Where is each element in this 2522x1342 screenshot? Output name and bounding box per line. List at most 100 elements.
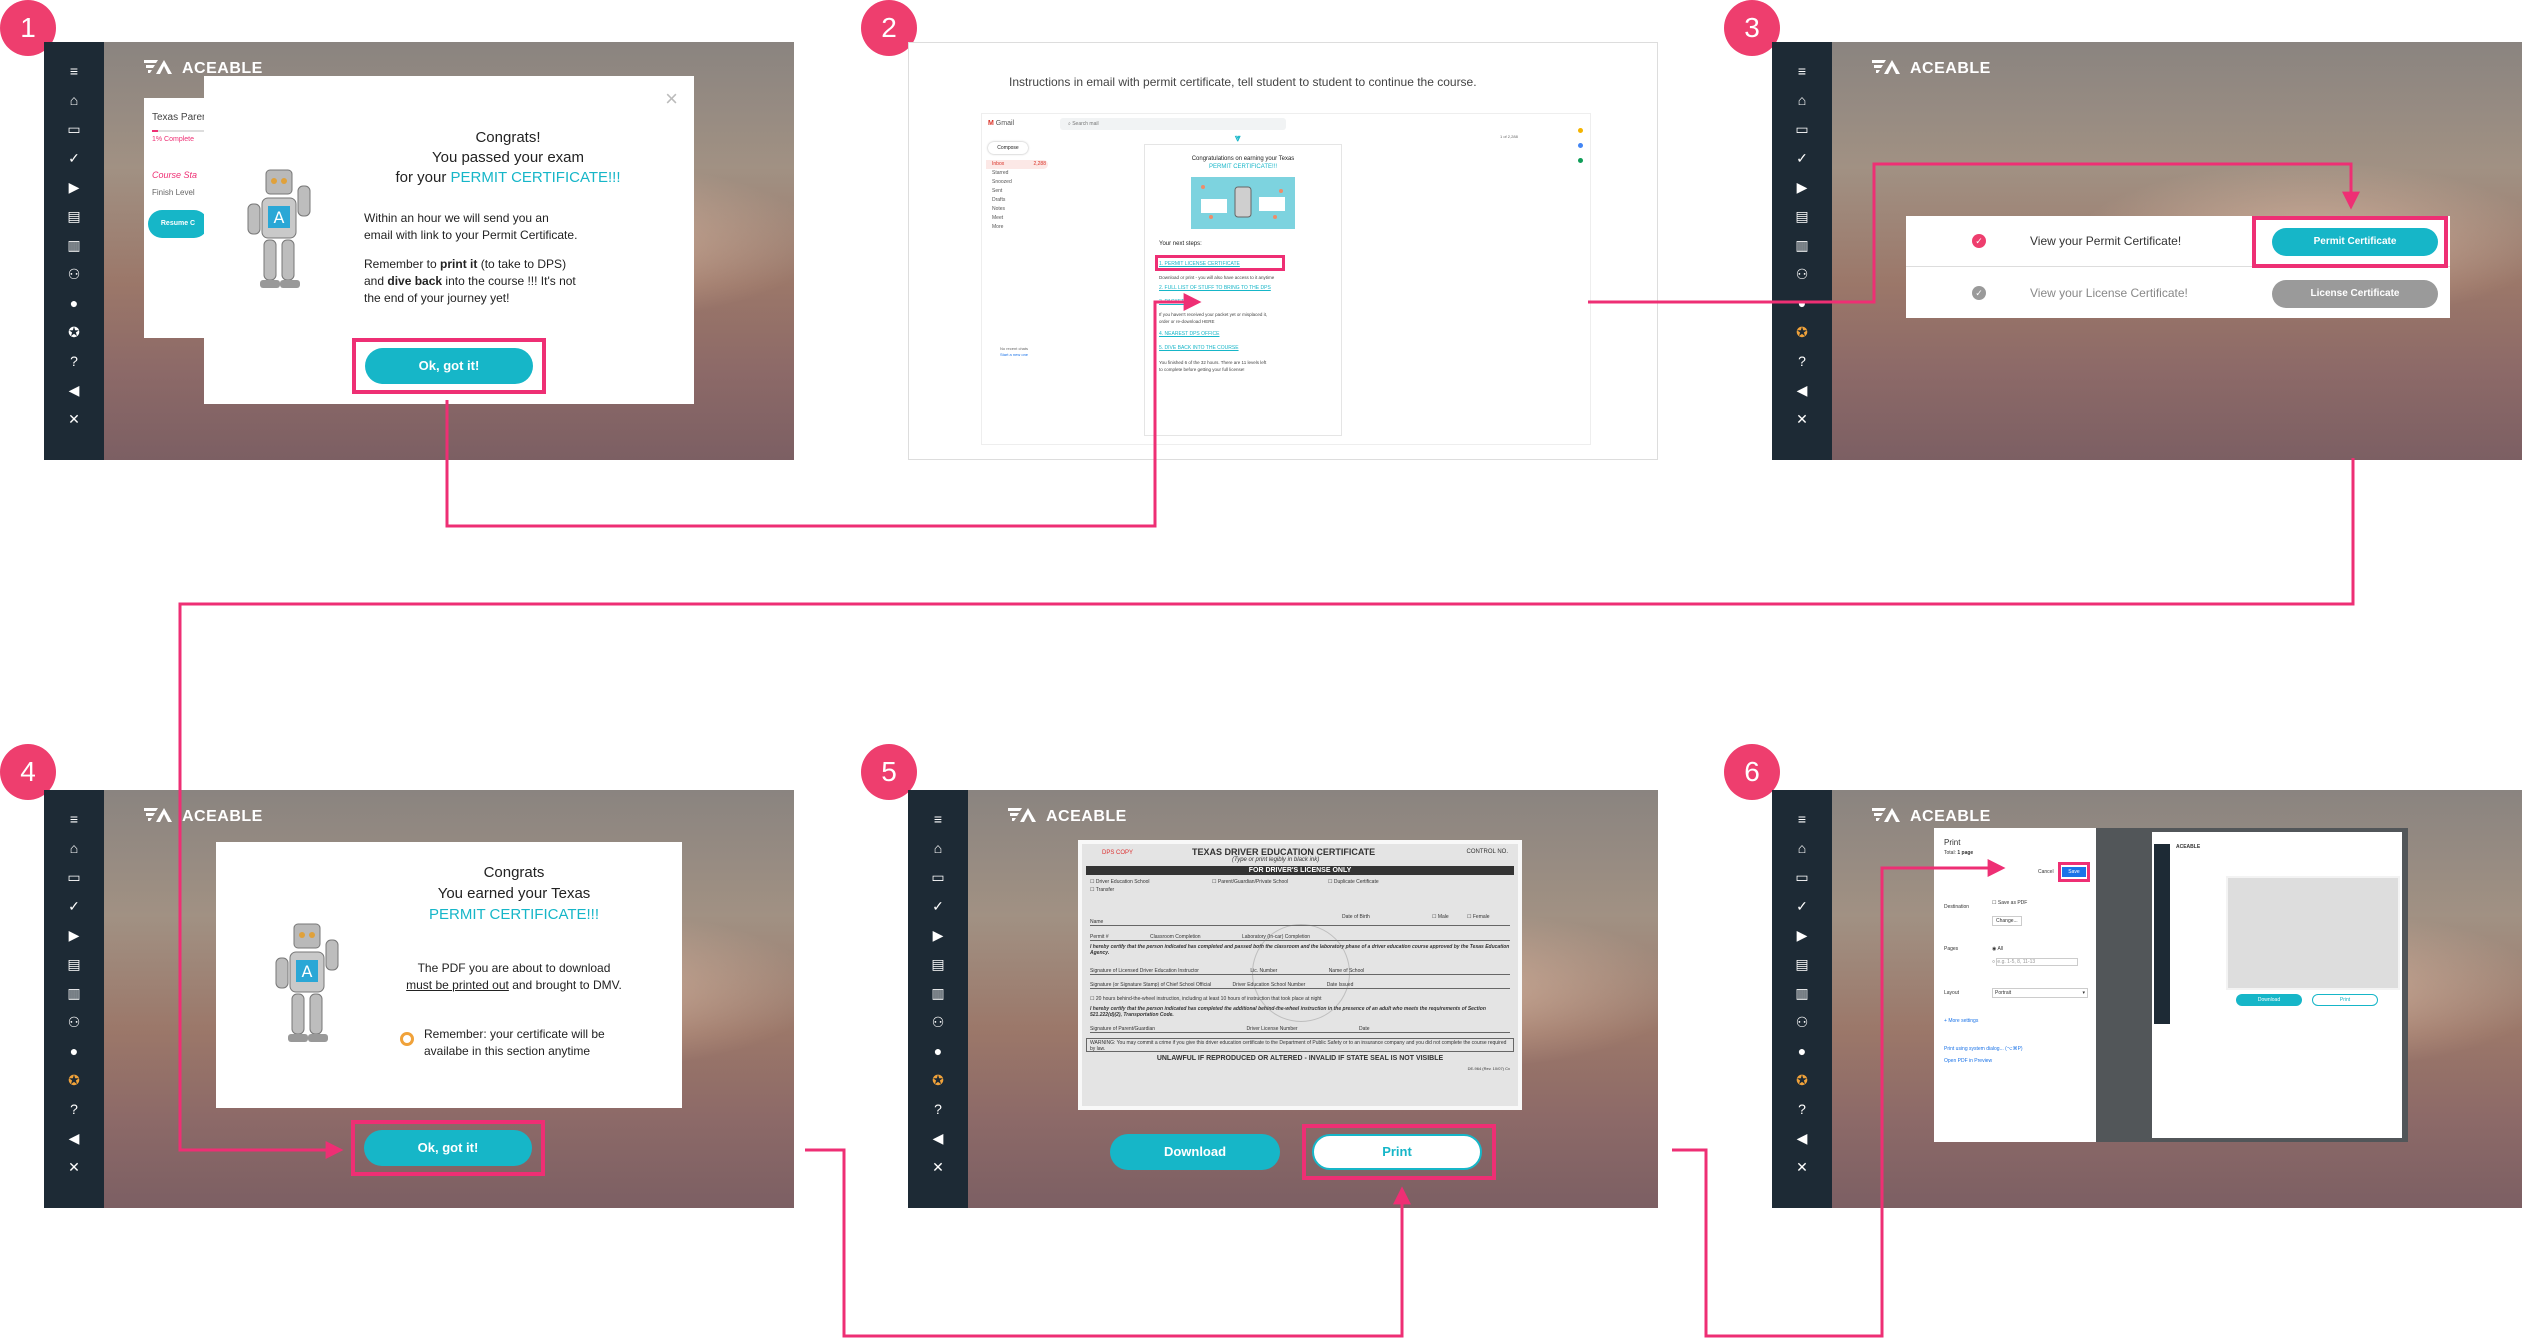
user-icon[interactable]: ● <box>1793 294 1811 312</box>
pages-label: Pages <box>1944 946 1959 952</box>
license-certificate-button[interactable]: License Certificate <box>2272 280 2438 308</box>
play-icon[interactable]: ▶ <box>65 178 83 196</box>
book-icon[interactable]: ▤ <box>65 955 83 973</box>
volume-icon[interactable]: ◀ <box>65 381 83 399</box>
start-new-chat[interactable]: Start a new one <box>1000 352 1028 357</box>
system-dialog-link[interactable]: Print using system dialog... (⌥⌘P) <box>1944 1046 2023 1052</box>
checkbox-duplicate: ☐ Duplicate Certificate <box>1328 879 1379 885</box>
menu-icon[interactable]: ≡ <box>65 62 83 80</box>
book-icon[interactable]: ▤ <box>1793 955 1811 973</box>
step5-link[interactable]: 5. DIVE BACK INTO THE COURSE <box>1159 345 1239 351</box>
book-icon[interactable]: ▤ <box>1793 207 1811 225</box>
user-icon[interactable]: ● <box>65 294 83 312</box>
user-group-icon[interactable]: ⚇ <box>1793 1013 1811 1031</box>
user-group-icon[interactable]: ⚇ <box>929 1013 947 1031</box>
pages-range-radio[interactable]: ○ e.g. 1-5, 8, 11-13 <box>1992 958 2079 966</box>
no-recent-chats: No recent chats <box>1000 346 1029 351</box>
card-icon[interactable]: ▭ <box>929 868 947 886</box>
step2-link[interactable]: 2. FULL LIST OF STUFF TO BRING TO THE DP… <box>1159 285 1271 291</box>
close-icon[interactable]: ✕ <box>65 1158 83 1176</box>
help-icon[interactable]: ? <box>1793 1100 1811 1118</box>
close-icon[interactable]: ✕ <box>65 410 83 428</box>
volume-icon[interactable]: ◀ <box>65 1129 83 1147</box>
user-icon[interactable]: ● <box>929 1042 947 1060</box>
help-icon[interactable]: ? <box>65 1100 83 1118</box>
check-icon[interactable]: ✓ <box>1793 897 1811 915</box>
nav-more[interactable]: More <box>986 223 1048 232</box>
menu-icon[interactable]: ≡ <box>1793 810 1811 828</box>
step4-link[interactable]: 4. NEAREST DPS OFFICE <box>1159 331 1219 337</box>
check-icon[interactable]: ✓ <box>1793 149 1811 167</box>
stats-icon[interactable]: ▥ <box>65 984 83 1002</box>
stats-icon[interactable]: ▥ <box>1793 236 1811 254</box>
nav-drafts[interactable]: Drafts <box>986 196 1048 205</box>
nav-notes[interactable]: Notes <box>986 205 1048 214</box>
preview-page: ACEABLE Download Print <box>2152 832 2402 1138</box>
check-icon[interactable]: ✓ <box>65 149 83 167</box>
card-icon[interactable]: ▭ <box>65 868 83 886</box>
help-icon[interactable]: ? <box>1793 352 1811 370</box>
stats-icon[interactable]: ▥ <box>929 984 947 1002</box>
home-icon[interactable]: ⌂ <box>929 839 947 857</box>
user-group-icon[interactable]: ⚇ <box>65 265 83 283</box>
menu-icon[interactable]: ≡ <box>929 810 947 828</box>
badge-icon[interactable]: ✪ <box>65 1071 83 1089</box>
nav-sent[interactable]: Sent <box>986 187 1048 196</box>
pages-all-radio[interactable]: ◉ All <box>1992 946 2003 952</box>
play-icon[interactable]: ▶ <box>1793 178 1811 196</box>
home-icon[interactable]: ⌂ <box>1793 91 1811 109</box>
card-icon[interactable]: ▭ <box>65 120 83 138</box>
nav-snoozed[interactable]: Snoozed <box>986 178 1048 187</box>
user-group-icon[interactable]: ⚇ <box>1793 265 1811 283</box>
home-icon[interactable]: ⌂ <box>65 91 83 109</box>
help-icon[interactable]: ? <box>65 352 83 370</box>
card-icon[interactable]: ▭ <box>1793 120 1811 138</box>
home-icon[interactable]: ⌂ <box>1793 839 1811 857</box>
badge-icon[interactable]: ✪ <box>1793 323 1811 341</box>
book-icon[interactable]: ▤ <box>929 955 947 973</box>
layout-select[interactable]: Portrait ▾ <box>1992 988 2088 998</box>
nav-inbox[interactable]: Inbox 2,288 <box>986 160 1048 169</box>
nav-starred[interactable]: Starred <box>986 169 1048 178</box>
check-icon[interactable]: ✓ <box>65 897 83 915</box>
volume-icon[interactable]: ◀ <box>1793 381 1811 399</box>
close-icon[interactable]: ✕ <box>929 1158 947 1176</box>
play-icon[interactable]: ▶ <box>929 926 947 944</box>
resume-button[interactable]: Resume C <box>148 210 208 238</box>
nav-meet[interactable]: Meet <box>986 214 1048 223</box>
search-bar[interactable]: ⌕ Search mail <box>1060 118 1286 130</box>
close-icon[interactable]: × <box>665 86 678 112</box>
checkbox-parent: ☐ Parent/Guardian/Private School <box>1212 879 1289 885</box>
menu-icon[interactable]: ≡ <box>1793 62 1811 80</box>
check-icon[interactable]: ✓ <box>929 897 947 915</box>
volume-icon[interactable]: ◀ <box>929 1129 947 1147</box>
close-icon[interactable]: ✕ <box>1793 1158 1811 1176</box>
preview-download-button: Download <box>2236 994 2302 1006</box>
help-icon[interactable]: ? <box>929 1100 947 1118</box>
menu-icon[interactable]: ≡ <box>65 810 83 828</box>
user-group-icon[interactable]: ⚇ <box>65 1013 83 1031</box>
checkbox-transfer: ☐ Transfer <box>1090 887 1115 893</box>
stats-icon[interactable]: ▥ <box>1793 984 1811 1002</box>
change-button[interactable]: Change... <box>1992 916 2022 926</box>
badge-icon[interactable]: ✪ <box>929 1071 947 1089</box>
user-icon[interactable]: ● <box>65 1042 83 1060</box>
volume-icon[interactable]: ◀ <box>1793 1129 1811 1147</box>
close-icon[interactable]: ✕ <box>1793 410 1811 428</box>
home-icon[interactable]: ⌂ <box>65 839 83 857</box>
card-icon[interactable]: ▭ <box>1793 868 1811 886</box>
badge-icon[interactable]: ✪ <box>65 323 83 341</box>
step3-link[interactable]: 3. PACKET <box>1159 299 1184 305</box>
book-icon[interactable]: ▤ <box>65 207 83 225</box>
play-icon[interactable]: ▶ <box>65 926 83 944</box>
user-icon[interactable]: ● <box>1793 1042 1811 1060</box>
stats-icon[interactable]: ▥ <box>65 236 83 254</box>
compose-button[interactable]: Compose <box>988 142 1028 154</box>
download-button[interactable]: Download <box>1110 1134 1280 1170</box>
badge-icon[interactable]: ✪ <box>1793 1071 1811 1089</box>
male-checkbox: ☐ Male <box>1432 914 1449 920</box>
play-icon[interactable]: ▶ <box>1793 926 1811 944</box>
open-preview-link[interactable]: Open PDF in Preview <box>1944 1058 1992 1064</box>
cancel-button[interactable]: Cancel <box>2038 869 2054 875</box>
more-settings-link[interactable]: + More settings <box>1944 1018 1978 1024</box>
